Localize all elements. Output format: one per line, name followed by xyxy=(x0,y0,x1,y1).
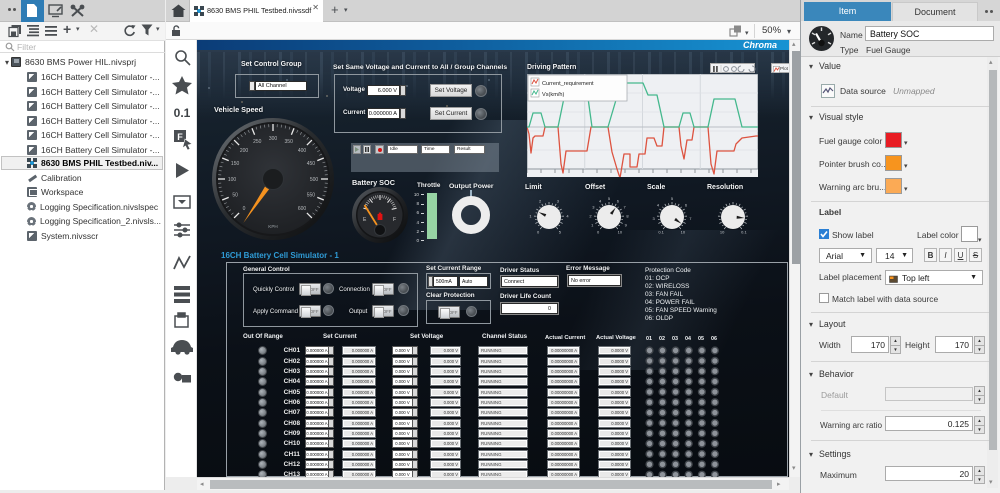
svg-text:0.1: 0.1 xyxy=(741,230,747,235)
svg-text:0: 0 xyxy=(243,206,246,212)
svg-text:2: 2 xyxy=(539,198,542,203)
svg-text:7: 7 xyxy=(689,216,692,221)
svg-text:450: 450 xyxy=(307,161,316,167)
svg-text:250: 250 xyxy=(253,139,262,145)
svg-text:3: 3 xyxy=(592,205,595,210)
svg-text:5: 5 xyxy=(559,230,562,235)
svg-text:10: 10 xyxy=(681,230,686,235)
svg-text:4: 4 xyxy=(599,198,602,203)
svg-text:0: 0 xyxy=(597,230,600,235)
svg-text:1: 1 xyxy=(529,213,532,218)
svg-text:10: 10 xyxy=(720,230,725,235)
svg-text:3: 3 xyxy=(557,198,560,203)
svg-text:9: 9 xyxy=(625,222,628,227)
svg-text:600: 600 xyxy=(298,206,307,212)
svg-text:7: 7 xyxy=(623,205,626,210)
svg-text:1: 1 xyxy=(591,222,594,227)
svg-text:550: 550 xyxy=(307,193,316,199)
svg-text:Vs(km/h): Vs(km/h) xyxy=(542,92,565,98)
svg-text:200: 200 xyxy=(240,148,249,154)
svg-text:2: 2 xyxy=(589,213,592,218)
svg-text:0.1: 0.1 xyxy=(658,230,664,235)
svg-text:F: F xyxy=(177,132,183,142)
svg-text:5: 5 xyxy=(671,196,674,201)
svg-text:500: 500 xyxy=(310,177,319,183)
svg-text:50: 50 xyxy=(232,193,238,199)
svg-text:6: 6 xyxy=(617,198,620,203)
svg-text:F: F xyxy=(393,217,396,223)
svg-text:6: 6 xyxy=(685,202,688,207)
svg-text:400: 400 xyxy=(298,148,307,154)
svg-text:KPH: KPH xyxy=(268,224,277,229)
svg-text:150: 150 xyxy=(231,161,240,167)
svg-text:4: 4 xyxy=(657,202,660,207)
svg-text:350: 350 xyxy=(285,139,294,145)
svg-text:300: 300 xyxy=(269,136,278,142)
svg-text:0.1: 0.1 xyxy=(174,106,191,120)
svg-text:10: 10 xyxy=(618,230,623,235)
svg-text:100: 100 xyxy=(228,177,237,183)
svg-text:4: 4 xyxy=(566,213,569,218)
svg-text:3: 3 xyxy=(652,216,655,221)
svg-text:5: 5 xyxy=(608,196,611,201)
svg-text:0: 0 xyxy=(537,230,540,235)
svg-text:8: 8 xyxy=(626,213,629,218)
svg-text:Current_requirement: Current_requirement xyxy=(542,81,594,87)
